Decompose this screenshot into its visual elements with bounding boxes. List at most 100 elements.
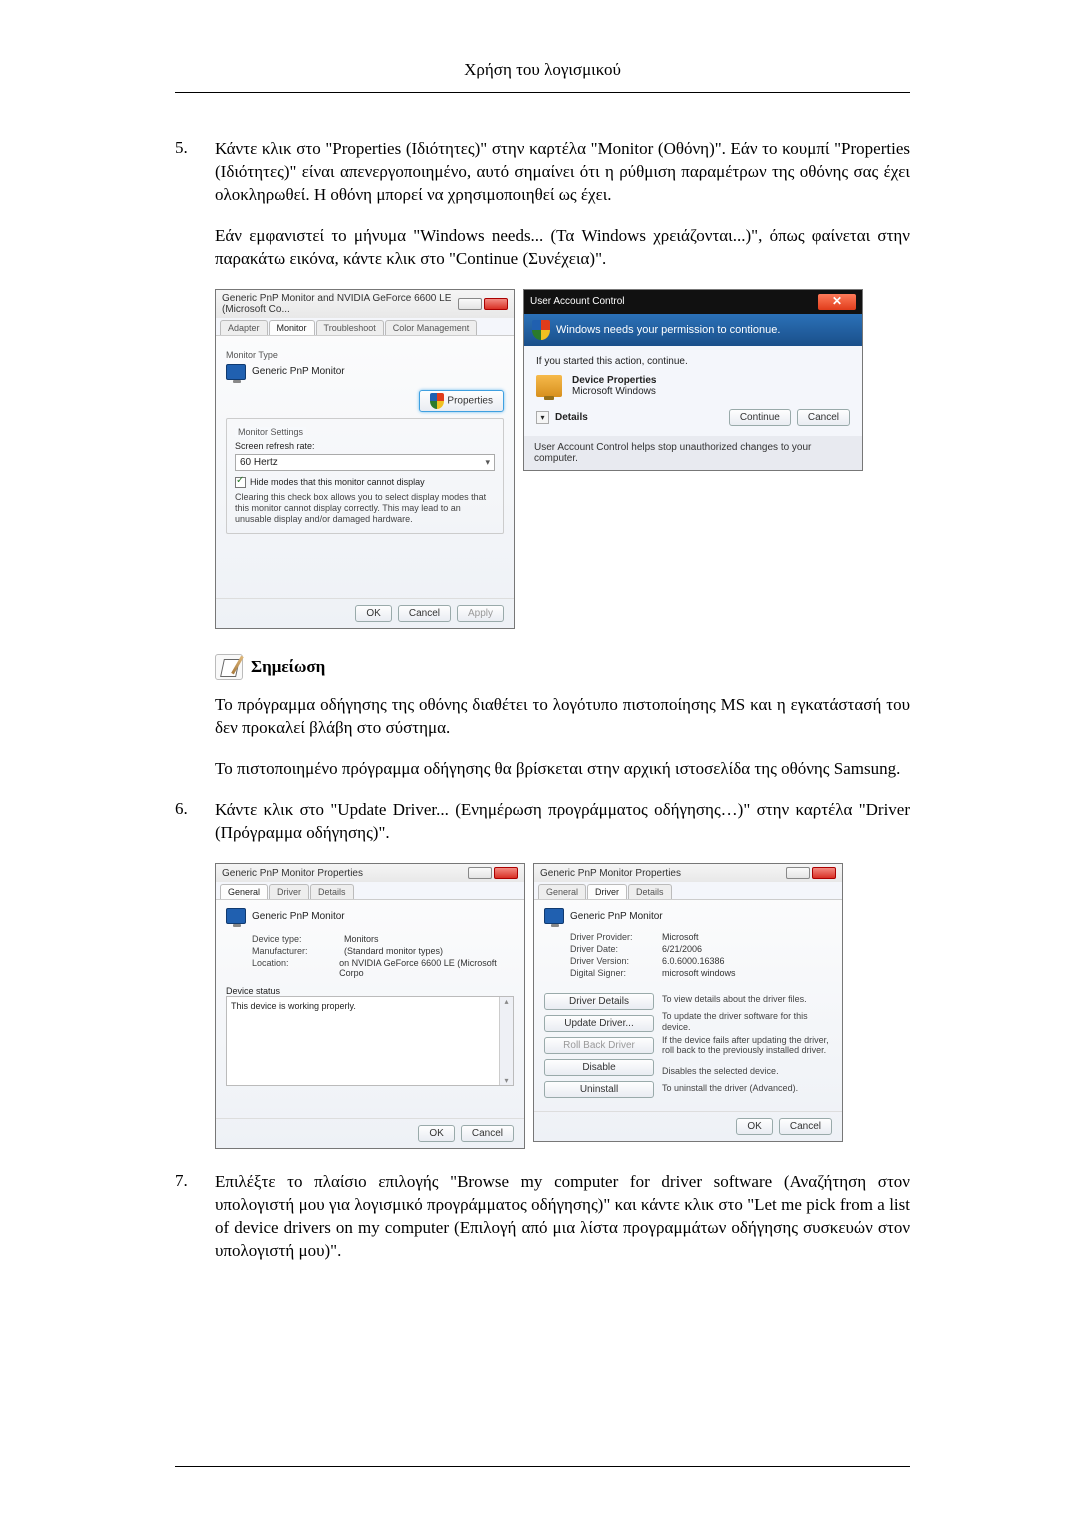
tab-details[interactable]: Details (628, 884, 672, 899)
disable-desc: Disables the selected device. (662, 1056, 832, 1077)
header-rule (175, 92, 910, 93)
cancel-button[interactable]: Cancel (797, 409, 850, 426)
ok-button[interactable]: OK (418, 1125, 454, 1142)
note-icon (215, 654, 243, 680)
tabs-row: Adapter Monitor Troubleshoot Color Manag… (216, 318, 514, 336)
refresh-rate-value: 60 Hertz (240, 457, 278, 468)
hide-modes-label: Hide modes that this monitor cannot disp… (250, 477, 425, 487)
uac-subprompt: If you started this action, continue. (536, 356, 850, 367)
close-button[interactable] (812, 867, 836, 879)
uac-prompt-text: Windows needs your permission to contion… (556, 324, 780, 336)
minimize-button[interactable] (458, 298, 482, 310)
device-type-label: Device type: (252, 934, 344, 944)
chevron-down-icon (485, 457, 490, 468)
tab-color-management[interactable]: Color Management (385, 320, 478, 335)
tab-adapter[interactable]: Adapter (220, 320, 268, 335)
manufacturer-label: Manufacturer: (252, 946, 344, 956)
device-status-box: This device is working properly. ▴ ▾ (226, 996, 514, 1086)
uac-title-text: User Account Control (530, 296, 625, 307)
scroll-down-icon[interactable]: ▾ (504, 1076, 508, 1085)
tab-details[interactable]: Details (310, 884, 354, 899)
driver-date-label: Driver Date: (570, 944, 662, 954)
window-controls (458, 298, 508, 310)
note-paragraph-2: Το πιστοποιημένο πρόγραμμα οδήγησης θα β… (215, 758, 910, 781)
update-driver-button[interactable]: Update Driver... (544, 1015, 654, 1032)
update-driver-desc: To update the driver software for this d… (662, 1005, 832, 1033)
apply-button[interactable]: Apply (457, 605, 504, 622)
uninstall-desc: To uninstall the driver (Advanced). (662, 1077, 832, 1094)
uninstall-button[interactable]: Uninstall (544, 1081, 654, 1098)
driver-provider-value: Microsoft (662, 932, 699, 942)
tab-monitor[interactable]: Monitor (269, 320, 315, 335)
header-title: Χρήση του λογισμικού (175, 60, 910, 80)
uac-program-name: Device Properties (572, 375, 657, 386)
driver-provider-label: Driver Provider: (570, 932, 662, 942)
dialog-title-text: Generic PnP Monitor Properties (222, 868, 363, 879)
item-text: Κάντε κλικ στο "Update Driver... (Ενημέρ… (215, 799, 910, 845)
dialog-titlebar: Generic PnP Monitor Properties (534, 864, 842, 882)
uac-titlebar: User Account Control ✕ (524, 290, 862, 314)
ok-button[interactable]: OK (736, 1118, 772, 1135)
continue-button[interactable]: Continue (729, 409, 791, 426)
digital-signer-label: Digital Signer: (570, 968, 662, 978)
ok-button[interactable]: OK (355, 605, 391, 622)
tab-troubleshoot[interactable]: Troubleshoot (316, 320, 384, 335)
cancel-button[interactable]: Cancel (398, 605, 451, 622)
close-button[interactable] (484, 298, 508, 310)
cancel-button[interactable]: Cancel (779, 1118, 832, 1135)
driver-version-label: Driver Version: (570, 956, 662, 966)
tab-driver[interactable]: Driver (587, 884, 627, 899)
close-button[interactable]: ✕ (818, 294, 856, 310)
hide-modes-checkbox[interactable] (235, 477, 246, 488)
driver-details-desc: To view details about the driver files. (662, 988, 832, 1005)
roll-back-desc: If the device fails after updating the d… (662, 1033, 832, 1057)
location-label: Location: (252, 958, 339, 978)
device-name: Generic PnP Monitor (570, 911, 663, 922)
device-name: Generic PnP Monitor (252, 911, 345, 922)
disable-button[interactable]: Disable (544, 1059, 654, 1076)
monitor-icon (226, 364, 246, 380)
uac-publisher: Microsoft Windows (572, 386, 657, 397)
item-5-paragraph-2: Εάν εμφανιστεί το μήνυμα "Windows needs.… (215, 225, 910, 271)
monitor-properties-driver-dialog: Generic PnP Monitor Properties General D… (533, 863, 843, 1142)
device-status-label: Device status (226, 986, 514, 996)
cancel-button[interactable]: Cancel (461, 1125, 514, 1142)
dialog-titlebar: Generic PnP Monitor and NVIDIA GeForce 6… (216, 290, 514, 318)
list-item-5: 5. Κάντε κλικ στο "Properties (Ιδιότητες… (175, 138, 910, 207)
shield-icon (430, 393, 444, 409)
dialog-title-text: Generic PnP Monitor Properties (540, 868, 681, 879)
hide-modes-description: Clearing this check box allows you to se… (235, 492, 495, 526)
properties-button[interactable]: Properties (419, 390, 504, 412)
item-number: 7. (175, 1171, 215, 1263)
driver-version-value: 6.0.6000.16386 (662, 956, 725, 966)
screenshots-row-1: Generic PnP Monitor and NVIDIA GeForce 6… (215, 289, 910, 630)
driver-date-value: 6/21/2006 (662, 944, 702, 954)
help-button[interactable] (468, 867, 492, 879)
chevron-down-icon[interactable]: ▾ (536, 411, 549, 424)
location-value: on NVIDIA GeForce 6600 LE (Microsoft Cor… (339, 958, 514, 978)
footer-rule (175, 1466, 910, 1467)
monitor-icon (544, 908, 564, 924)
help-button[interactable] (786, 867, 810, 879)
note-paragraph-1: Το πρόγραμμα οδήγησης της οθόνης διαθέτε… (215, 694, 910, 740)
tab-driver[interactable]: Driver (269, 884, 309, 899)
dialog-titlebar: Generic PnP Monitor Properties (216, 864, 524, 882)
properties-button-label: Properties (447, 395, 493, 406)
note-header: Σημείωση (215, 654, 910, 680)
note-label: Σημείωση (251, 657, 325, 677)
refresh-rate-select[interactable]: 60 Hertz (235, 454, 495, 471)
details-toggle[interactable]: Details (555, 412, 588, 423)
tab-general[interactable]: General (538, 884, 586, 899)
monitor-type-label: Monitor Type (226, 350, 504, 360)
monitor-icon (226, 908, 246, 924)
digital-signer-value: microsoft windows (662, 968, 736, 978)
driver-details-button[interactable]: Driver Details (544, 993, 654, 1010)
tab-general[interactable]: General (220, 884, 268, 899)
uac-dialog: User Account Control ✕ Windows needs you… (523, 289, 863, 471)
roll-back-driver-button[interactable]: Roll Back Driver (544, 1037, 654, 1054)
item-number: 6. (175, 799, 215, 845)
scroll-up-icon[interactable]: ▴ (504, 997, 508, 1006)
close-button[interactable] (494, 867, 518, 879)
monitor-properties-dialog: Generic PnP Monitor and NVIDIA GeForce 6… (215, 289, 515, 630)
device-status-text: This device is working properly. (231, 1001, 356, 1011)
